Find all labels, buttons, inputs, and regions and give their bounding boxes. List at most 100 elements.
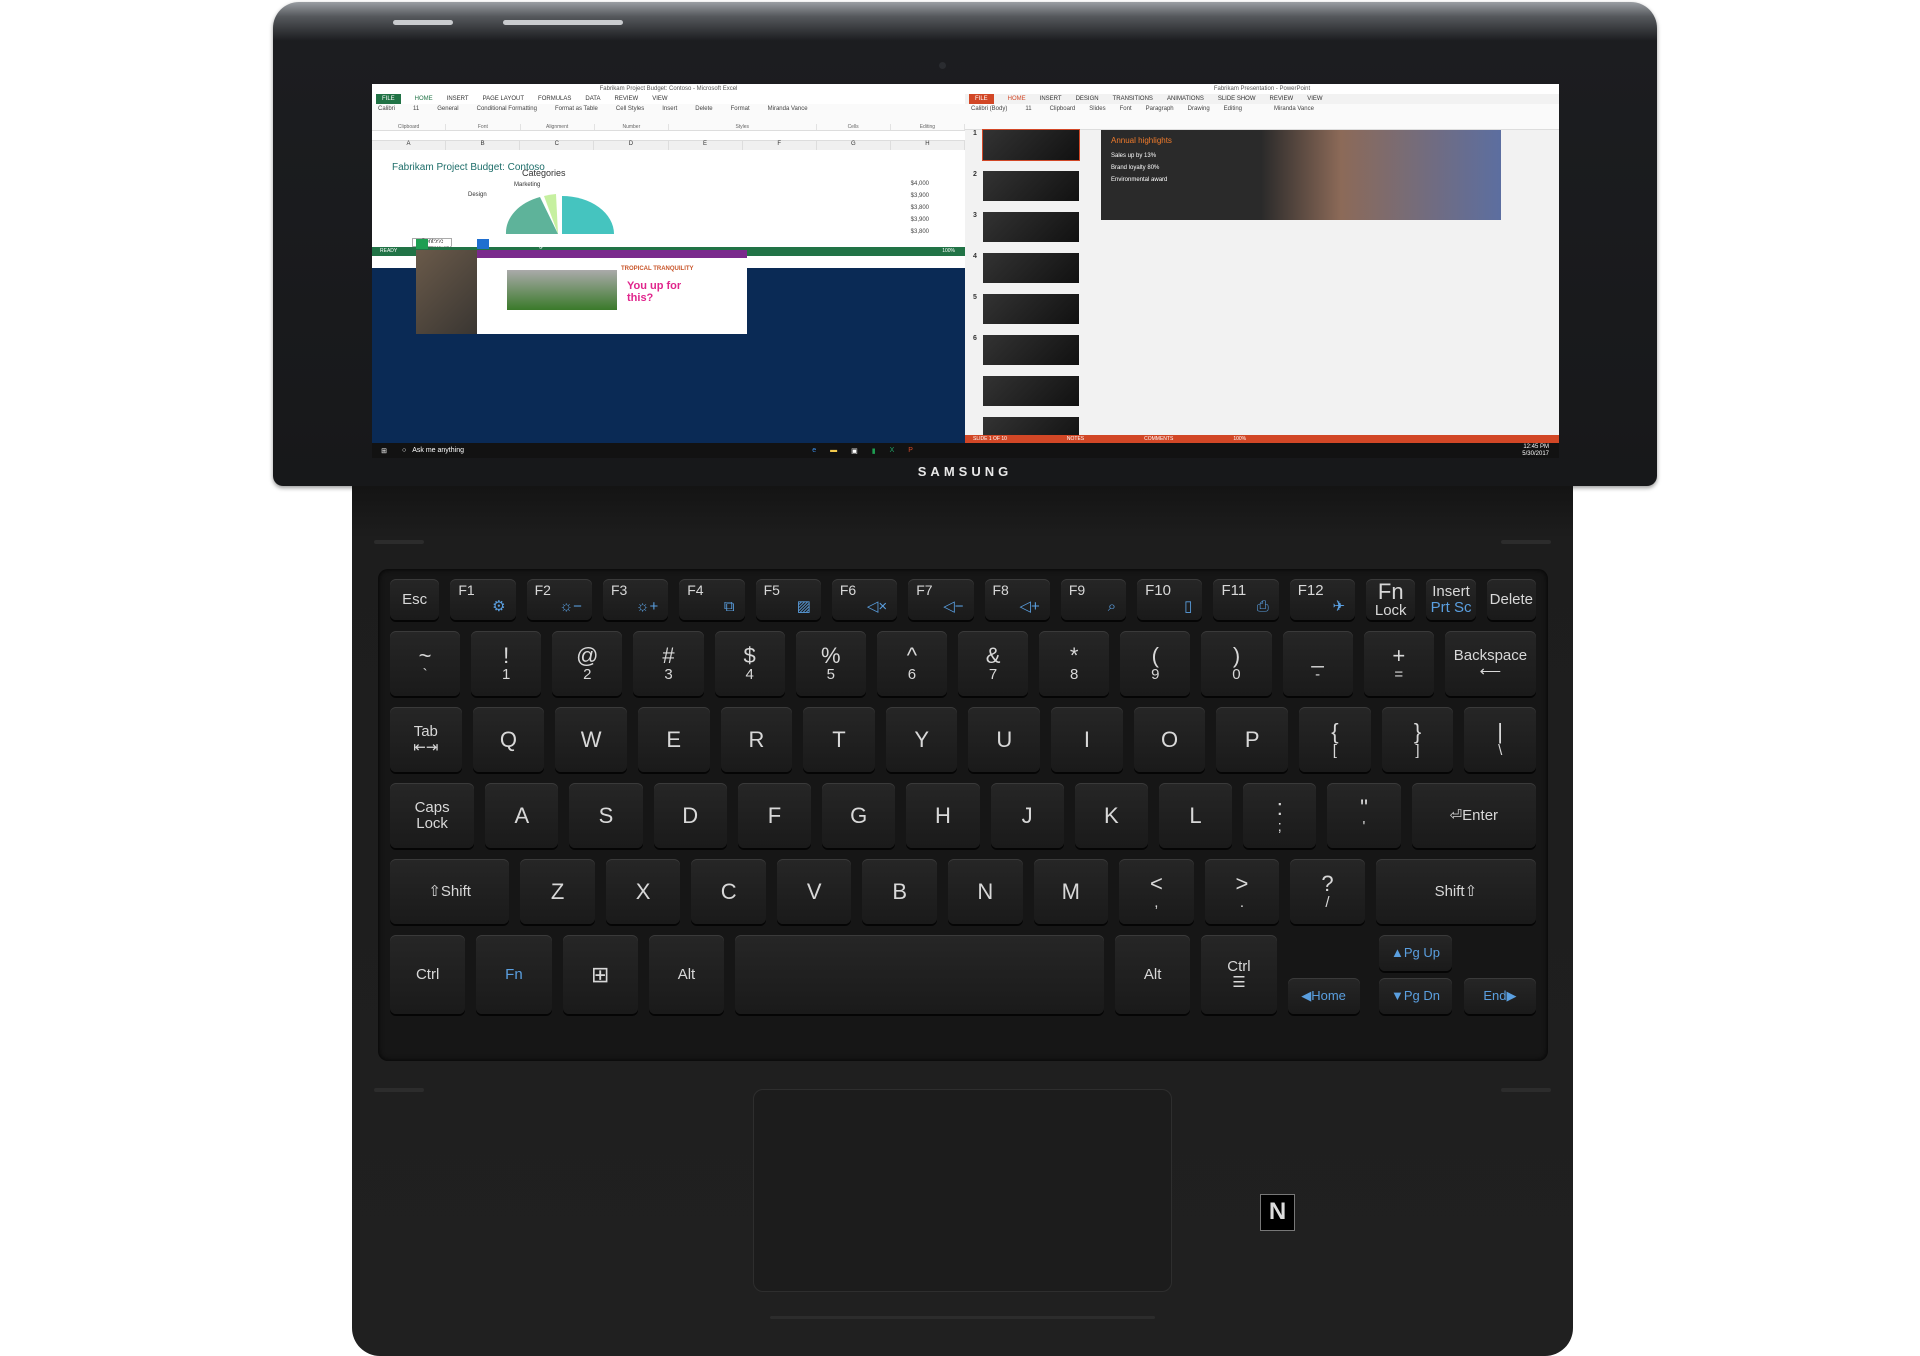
- key-f[interactable]: F: [737, 783, 812, 848]
- key-j[interactable]: J: [990, 783, 1064, 848]
- format-cells[interactable]: Format: [731, 106, 750, 122]
- key-symbol[interactable]: ⊞: [562, 935, 638, 1014]
- key-symbol[interactable]: & 7: [957, 631, 1029, 696]
- edge-taskbar-icon[interactable]: e: [812, 447, 816, 454]
- key-f1[interactable]: F1 ⚙: [450, 579, 516, 620]
- font-box[interactable]: Calibri (Body): [971, 106, 1007, 127]
- key-esc[interactable]: Esc: [390, 579, 440, 620]
- key-h[interactable]: H: [906, 783, 980, 848]
- key-space[interactable]: [735, 935, 1104, 1014]
- key-v[interactable]: V: [776, 859, 852, 924]
- store-icon[interactable]: ▣: [851, 447, 858, 455]
- tab-insert[interactable]: INSERT: [1040, 94, 1062, 104]
- font-size-box[interactable]: 11: [1025, 106, 1031, 127]
- slide-thumbnail[interactable]: 5: [973, 294, 1079, 324]
- key-y[interactable]: Y: [885, 707, 958, 772]
- notes-button[interactable]: NOTES: [1067, 435, 1084, 443]
- column-header[interactable]: G: [817, 141, 891, 150]
- tab-slide-show[interactable]: SLIDE SHOW: [1218, 94, 1256, 104]
- key-f5[interactable]: F5 ▨: [755, 579, 821, 620]
- key-end[interactable]: End▶: [1463, 977, 1536, 1014]
- key-f8[interactable]: F8 ◁+: [984, 579, 1050, 620]
- key-symbol[interactable]: ~ `: [390, 631, 461, 696]
- tab-data[interactable]: DATA: [585, 94, 600, 104]
- key-m[interactable]: M: [1033, 859, 1109, 924]
- tab-animations[interactable]: ANIMATIONS: [1167, 94, 1204, 104]
- formula-bar[interactable]: [372, 131, 965, 141]
- slide-thumbnail[interactable]: [983, 376, 1079, 406]
- touchpad[interactable]: [753, 1089, 1172, 1292]
- key-tab[interactable]: Tab ⇤⇥: [390, 707, 462, 772]
- tab-file[interactable]: FILE: [969, 94, 994, 104]
- slide-thumbnail[interactable]: 2: [973, 171, 1079, 201]
- current-slide[interactable]: Annual highlights Sales up by 13% Brand …: [1101, 130, 1501, 220]
- tab-transitions[interactable]: TRANSITIONS: [1113, 94, 1153, 104]
- insert-cells[interactable]: Insert: [662, 106, 677, 122]
- key-symbol[interactable]: _ -: [1282, 631, 1353, 696]
- tab-home[interactable]: HOME: [415, 94, 433, 104]
- key-k[interactable]: K: [1074, 783, 1148, 848]
- key-symbol[interactable]: | \: [1464, 707, 1536, 772]
- key-f2[interactable]: F2 ☼−: [526, 579, 592, 620]
- cell-value[interactable]: $3,900: [911, 190, 929, 202]
- key-e[interactable]: E: [637, 707, 710, 772]
- slide-thumbnail[interactable]: 4: [973, 253, 1079, 283]
- key-d[interactable]: D: [653, 783, 727, 848]
- slide-thumbnail[interactable]: 1: [973, 129, 1080, 161]
- key-symbol[interactable]: " ': [1327, 783, 1401, 848]
- key-t[interactable]: T: [803, 707, 875, 772]
- key-symbol[interactable]: :;: [1243, 783, 1317, 848]
- key-pgdn[interactable]: ▼Pg Dn: [1379, 977, 1452, 1014]
- column-header[interactable]: F: [743, 141, 817, 150]
- key-z[interactable]: Z: [520, 859, 595, 924]
- user-name[interactable]: Miranda Vance: [768, 106, 808, 122]
- key-f6[interactable]: F6 ◁×: [831, 579, 898, 620]
- key-f10[interactable]: F10 ▯: [1137, 579, 1203, 620]
- key-a[interactable]: A: [485, 783, 559, 848]
- comments-button[interactable]: COMMENTS: [1144, 435, 1173, 443]
- conditional-formatting[interactable]: Conditional Formatting: [477, 106, 537, 122]
- tab-file[interactable]: FILE: [376, 94, 401, 104]
- key-symbol[interactable]: ? /: [1290, 859, 1365, 924]
- slide-thumbnails[interactable]: 1 2 3 4 5 6: [973, 129, 1080, 458]
- key-shift[interactable]: ⇧Shift: [390, 859, 510, 924]
- key-f9[interactable]: F9 ⌕: [1060, 579, 1127, 620]
- key-f12[interactable]: F12 ✈: [1289, 579, 1356, 620]
- key-n[interactable]: N: [948, 859, 1023, 924]
- column-header[interactable]: B: [446, 141, 521, 150]
- key-l[interactable]: L: [1158, 783, 1233, 848]
- key-symbol[interactable]: }]: [1381, 707, 1454, 772]
- key-symbol[interactable]: ) 0: [1201, 631, 1272, 696]
- key-shift[interactable]: Shift⇧: [1375, 859, 1536, 924]
- key-symbol[interactable]: {[: [1299, 707, 1371, 772]
- tab-view[interactable]: VIEW: [652, 94, 667, 104]
- key-f3[interactable]: F3 ☼+: [602, 579, 669, 620]
- delete-cells[interactable]: Delete: [695, 106, 712, 122]
- column-header[interactable]: E: [669, 141, 743, 150]
- key-fn[interactable]: Fn: [476, 935, 552, 1014]
- font-size-box[interactable]: 11: [413, 106, 419, 122]
- key-symbol[interactable]: % 5: [795, 631, 866, 696]
- tab-page-layout[interactable]: PAGE LAYOUT: [483, 94, 524, 104]
- tab-home[interactable]: HOME: [1008, 94, 1026, 104]
- key-u[interactable]: U: [968, 707, 1041, 772]
- key-x[interactable]: X: [605, 859, 681, 924]
- key-delete[interactable]: Delete: [1486, 579, 1536, 620]
- key-f11[interactable]: F11 ⎙: [1213, 579, 1279, 620]
- key-i[interactable]: I: [1051, 707, 1123, 772]
- slide-thumbnail[interactable]: 6: [973, 335, 1079, 365]
- key-caps[interactable]: Caps Lock: [390, 783, 475, 848]
- key-symbol[interactable]: ^ 6: [876, 631, 947, 696]
- key-alt[interactable]: Alt: [648, 935, 725, 1014]
- key-home[interactable]: ◀Home: [1287, 977, 1360, 1014]
- tab-view[interactable]: VIEW: [1307, 94, 1322, 104]
- key-fn[interactable]: Fn Lock: [1366, 579, 1416, 620]
- number-format[interactable]: General: [437, 106, 458, 122]
- cell-value[interactable]: $3,800: [911, 202, 929, 214]
- cell-value[interactable]: $3,900: [911, 214, 929, 226]
- key-pgup[interactable]: ▲Pg Up: [1379, 935, 1452, 972]
- powerpoint-window[interactable]: Fabrikam Presentation - PowerPoint FILE H…: [965, 84, 1559, 447]
- key-symbol[interactable]: + =: [1363, 631, 1434, 696]
- file-explorer-icon[interactable]: ▬: [830, 447, 837, 454]
- key-ctrl[interactable]: Ctrl: [390, 935, 466, 1014]
